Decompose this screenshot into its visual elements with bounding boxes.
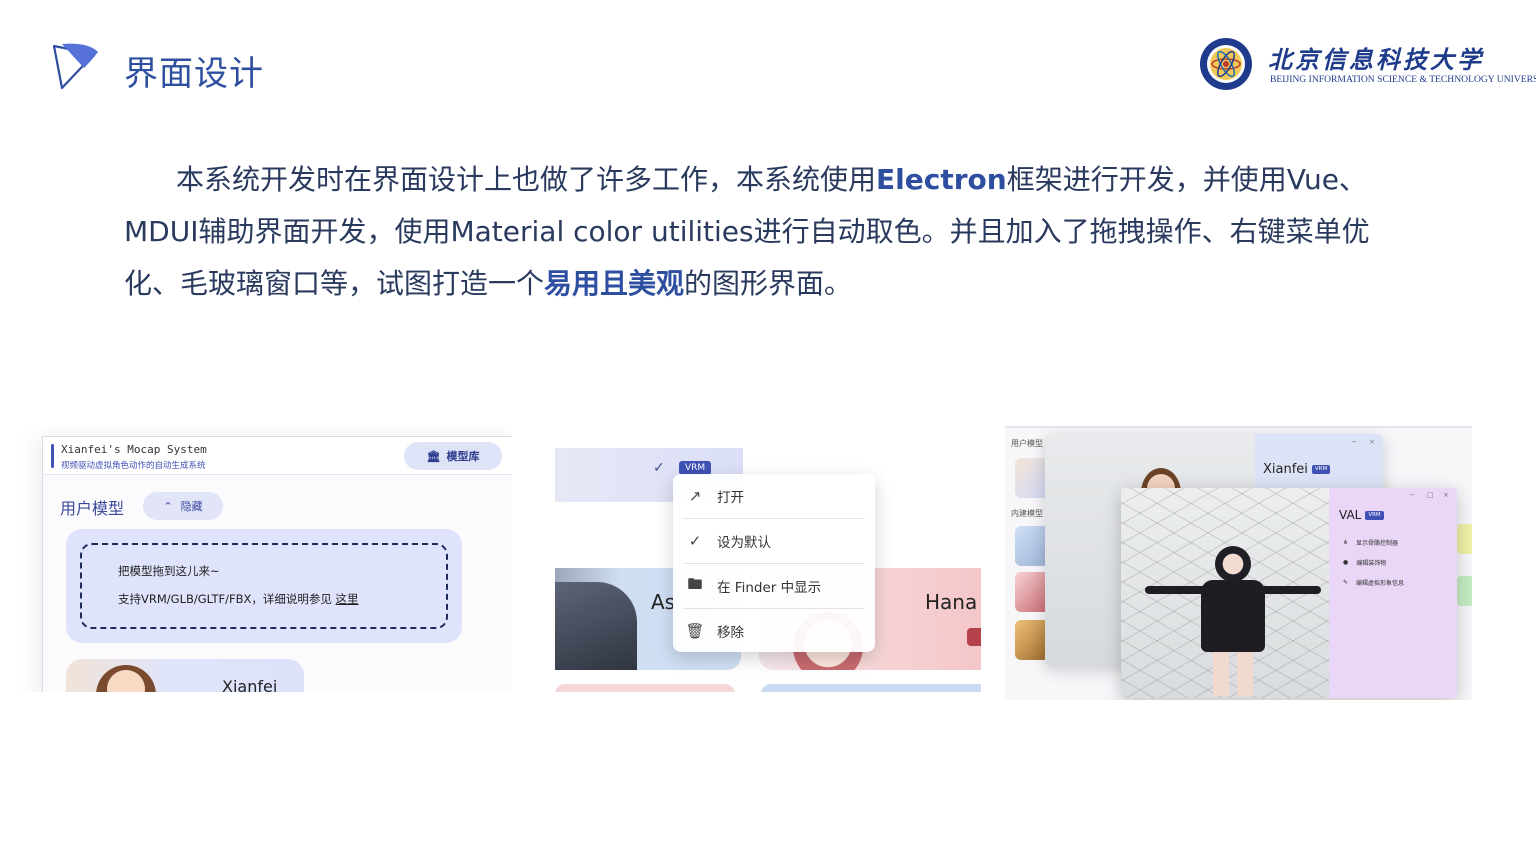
- drop-hint: 把模型拖到这儿来~: [118, 564, 220, 578]
- menu-item-label: 移除: [717, 625, 744, 641]
- app-subtitle: 视频驱动虚拟角色动作的自动生成系统: [61, 461, 206, 471]
- slide-title: 界面设计: [124, 54, 264, 94]
- drop-formats-text: 支持VRM/GLB/GLTF/FBX，详细说明参见: [118, 592, 332, 606]
- option-label: 显示骨骼控制器: [1356, 540, 1399, 547]
- 3d-viewport[interactable]: [1121, 488, 1329, 698]
- play-logo-icon: [52, 43, 98, 90]
- model-thumbnail[interactable]: [1015, 526, 1049, 566]
- model-thumbnail[interactable]: [1015, 620, 1049, 660]
- model-thumbnail: [96, 665, 156, 692]
- divider: [1005, 426, 1472, 428]
- avatar-legs: [1213, 652, 1253, 696]
- check-icon: ✓: [688, 532, 702, 550]
- section-label-user: 用户模型: [1011, 439, 1043, 448]
- model-library-button[interactable]: 🏛 模型库: [404, 442, 502, 470]
- model-library-label: 模型库: [446, 450, 480, 463]
- model-thumbnail[interactable]: [1015, 572, 1049, 612]
- menu-item-open[interactable]: ↗ 打开: [673, 474, 875, 518]
- avatar-body: [1201, 580, 1265, 652]
- menu-item-set-default[interactable]: ✓ 设为默认: [673, 519, 875, 563]
- app-window: Xianfei's Mocap System 视频驱动虚拟角色动作的自动生成系统…: [42, 436, 512, 692]
- pencil-icon: ✎: [1343, 579, 1349, 586]
- highlight-usable-beautiful: 易用且美观: [544, 267, 685, 300]
- menu-item-label: 设为默认: [717, 535, 771, 551]
- menu-item-label: 在 Finder 中显示: [717, 580, 822, 596]
- close-icon[interactable]: ×: [1369, 438, 1375, 446]
- palette-icon: ●: [1343, 559, 1349, 566]
- option-label: 编辑装饰物: [1356, 560, 1387, 567]
- window-title-text: VAL: [1339, 508, 1362, 522]
- section-title: 用户模型: [60, 499, 125, 518]
- screenshot-context-menu: ✓ VRM As Hana ↗ 打开 ✓ 设为默认 🖿 在 Finder 中显示…: [555, 448, 981, 692]
- chevron-up-icon: ⌃: [163, 499, 173, 513]
- para-part-3: 的图形界面。: [684, 267, 853, 300]
- option-edit-avatar-info[interactable]: ✎ 编辑虚拟形象信息: [1343, 578, 1404, 587]
- accent-bar: [51, 444, 54, 468]
- model-card-partial: [1457, 524, 1472, 554]
- description-paragraph: 本系统开发时在界面设计上也做了许多工作，本系统使用Electron框架进行开发，…: [124, 154, 1414, 310]
- section-label-builtin: 内建模型: [1011, 509, 1043, 518]
- maximize-icon[interactable]: □: [1427, 491, 1434, 499]
- app-name: Xianfei's Mocap System: [61, 443, 207, 456]
- highlight-electron: Electron: [876, 163, 1007, 196]
- menu-item-label: 打开: [717, 490, 744, 506]
- screenshot-model-library: Xianfei's Mocap System 视频驱动虚拟角色动作的自动生成系统…: [0, 424, 512, 692]
- option-bone-controller[interactable]: ⋔ 显示骨骼控制器: [1343, 538, 1398, 547]
- university-seal-icon: [1200, 38, 1252, 90]
- check-icon: ✓: [653, 460, 665, 476]
- vrm-tag: VRM: [1311, 465, 1331, 474]
- context-menu: ↗ 打开 ✓ 设为默认 🖿 在 Finder 中显示 🗑 移除: [673, 474, 875, 652]
- model-card[interactable]: Xianfei: [66, 659, 304, 692]
- folder-icon: 🖿: [687, 574, 703, 593]
- model-thumbnail: [555, 582, 637, 670]
- model-card-partial: [555, 684, 735, 692]
- drop-formats: 支持VRM/GLB/GLTF/FBX，详细说明参见 这里: [118, 591, 359, 607]
- trash-icon: 🗑: [685, 622, 705, 640]
- avatar-head: [1215, 546, 1251, 582]
- menu-item-show-in-finder[interactable]: 🖿 在 Finder 中显示: [673, 564, 875, 608]
- option-edit-accessories[interactable]: ● 编辑装饰物: [1343, 558, 1386, 567]
- option-label: 编辑虚拟形象信息: [1356, 580, 1405, 587]
- app-topbar: Xianfei's Mocap System 视频驱动虚拟角色动作的自动生成系统…: [43, 437, 512, 475]
- hide-button[interactable]: ⌃ 隐藏: [143, 492, 223, 520]
- model-card-left-name: As: [651, 590, 676, 614]
- menu-item-remove[interactable]: 🗑 移除: [673, 609, 875, 653]
- model-card-name: Xianfei: [222, 677, 278, 692]
- window-title-text: Xianfei: [1263, 462, 1308, 477]
- para-part-1: 本系统开发时在界面设计上也做了许多工作，本系统使用: [176, 163, 877, 196]
- drop-zone[interactable]: 把模型拖到这儿来~ 支持VRM/GLB/GLTF/FBX，详细说明参见 这里: [66, 529, 462, 643]
- minimize-icon[interactable]: −: [1409, 491, 1415, 499]
- preview-window-val: − □ × VAL VRM ⋔ 显示骨骼控制器 ● 编辑装饰物 ✎ 编辑虚拟形象…: [1121, 488, 1457, 698]
- model-card-partial: [1457, 576, 1472, 606]
- screenshot-glass-windows: 用户模型 内建模型 − × Xianfei VRM − □ × VAL VRM: [1005, 426, 1472, 700]
- vrm-tag: VRM: [1365, 510, 1384, 520]
- drop-zone-border: 把模型拖到这儿来~ 支持VRM/GLB/GLTF/FBX，详细说明参见 这里: [80, 543, 448, 629]
- hide-label: 隐藏: [180, 500, 203, 513]
- bank-icon: 🏛: [426, 449, 441, 463]
- university-name-en: BEIJING INFORMATION SCIENCE & TECHNOLOGY…: [1270, 74, 1536, 85]
- model-card-right-name: Hana: [925, 590, 978, 614]
- close-icon[interactable]: ×: [1443, 491, 1449, 499]
- window-title: VAL VRM: [1339, 508, 1384, 522]
- vrm-tag: [967, 628, 981, 646]
- model-thumbnail[interactable]: [1015, 458, 1049, 498]
- minimize-icon[interactable]: −: [1351, 438, 1357, 446]
- window-title: Xianfei VRM: [1263, 462, 1331, 477]
- docs-link[interactable]: 这里: [336, 592, 359, 606]
- model-card-partial: [761, 684, 981, 692]
- vrm-tag: VRM: [679, 461, 712, 475]
- open-external-icon: ↗: [688, 487, 702, 505]
- bone-icon: ⋔: [1343, 539, 1349, 546]
- university-name-cn: 北京信息科技大学: [1268, 45, 1484, 74]
